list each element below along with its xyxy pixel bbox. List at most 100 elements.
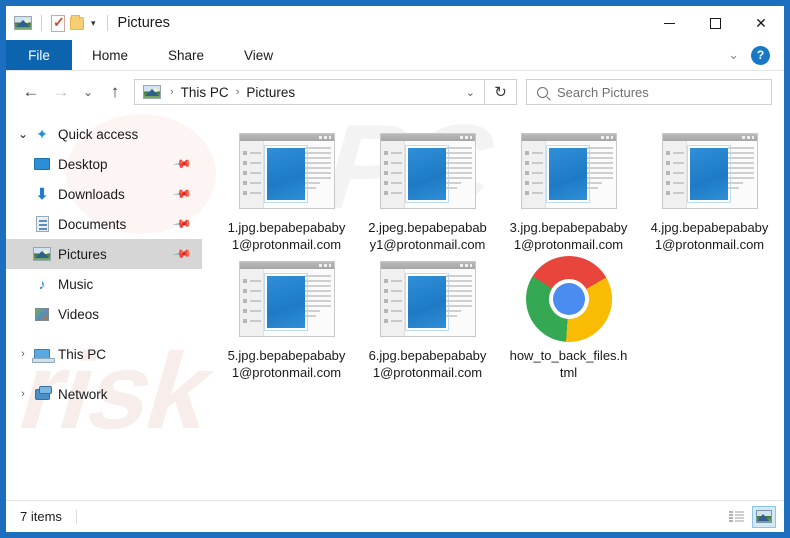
window-controls: ✕ <box>646 6 784 40</box>
tab-home[interactable]: Home <box>72 40 148 70</box>
image-thumbnail <box>379 131 477 211</box>
customize-caret-icon[interactable]: ▾ <box>89 18 98 29</box>
pin-icon[interactable]: 📌 <box>172 184 192 204</box>
large-icons-view-button[interactable] <box>752 505 776 528</box>
sidebar-item-music[interactable]: ♪ Music <box>6 269 202 299</box>
tab-view[interactable]: View <box>224 40 293 70</box>
window-client-area: PC risk ▾ Pictures ✕ File Home Sh <box>6 6 784 532</box>
title-bar: ▾ Pictures ✕ <box>6 6 784 40</box>
navigation-pane: ⌄ ✦ Quick access Desktop 📌 ⬇ Downloads 📌 <box>6 113 202 500</box>
file-name: 2.jpeg.bepabepababy1@protonmail.com <box>368 220 487 252</box>
file-explorer-window: PC risk ▾ Pictures ✕ File Home Sh <box>0 0 790 538</box>
sidebar-item-label: Pictures <box>58 246 107 262</box>
sidebar-item-downloads[interactable]: ⬇ Downloads 📌 <box>6 179 202 209</box>
address-pictures-icon <box>143 85 161 99</box>
file-name: 1.jpg.bepabepababy1@protonmail.com <box>227 220 346 252</box>
music-icon: ♪ <box>38 276 46 292</box>
details-view-button[interactable] <box>724 506 748 528</box>
sidebar-item-label: Documents <box>58 216 127 232</box>
this-pc-icon <box>32 348 55 363</box>
sidebar-item-label: Desktop <box>58 156 108 172</box>
file-item[interactable]: 2.jpeg.bepabepababy1@protonmail.com <box>357 131 498 253</box>
image-thumbnail <box>238 131 336 211</box>
chevron-right-icon[interactable]: › <box>14 388 32 400</box>
tab-share[interactable]: Share <box>148 40 224 70</box>
file-item[interactable]: 1.jpg.bepabepababy1@protonmail.com <box>216 131 357 253</box>
minimize-button[interactable] <box>646 6 692 40</box>
file-item[interactable]: 4.jpg.bepabepababy1@protonmail.com <box>639 131 780 253</box>
breadcrumb-pictures[interactable]: Pictures <box>246 85 295 100</box>
breadcrumb-separator-2: › <box>235 86 240 98</box>
sidebar-item-label: Network <box>58 386 108 402</box>
pin-icon[interactable]: 📌 <box>172 214 192 234</box>
quick-access-toolbar: ▾ <box>6 14 112 32</box>
file-name: how_to_back_files.html <box>509 348 628 380</box>
chevron-down-icon[interactable]: ⌄ <box>728 47 739 63</box>
pictures-icon <box>32 247 52 261</box>
file-item[interactable]: 3.jpg.bepabepababy1@protonmail.com <box>498 131 639 253</box>
refresh-button[interactable]: ↻ <box>485 79 517 105</box>
explorer-body: ⌄ ✦ Quick access Desktop 📌 ⬇ Downloads 📌 <box>6 113 784 500</box>
file-name: 5.jpg.bepabepababy1@protonmail.com <box>227 348 346 380</box>
chrome-icon <box>520 256 618 342</box>
sidebar-item-label: This PC <box>58 346 107 362</box>
close-button[interactable]: ✕ <box>738 6 784 40</box>
search-icon <box>537 86 548 98</box>
recent-locations-button[interactable]: ⌄ <box>76 77 100 107</box>
file-name: 4.jpg.bepabepababy1@protonmail.com <box>650 220 769 252</box>
file-item[interactable]: how_to_back_files.html <box>498 256 639 381</box>
file-name: 6.jpg.bepabepababy1@protonmail.com <box>368 348 487 380</box>
image-thumbnail <box>238 259 336 339</box>
properties-icon[interactable] <box>51 14 65 32</box>
address-dropdown-icon[interactable]: ⌄ <box>457 86 484 99</box>
breadcrumb-this-pc[interactable]: This PC <box>181 85 229 100</box>
status-bar: 7 items <box>6 500 784 532</box>
sidebar-item-network[interactable]: › Network <box>6 379 202 409</box>
file-item[interactable]: 6.jpg.bepabepababy1@protonmail.com <box>357 259 498 381</box>
file-list-pane[interactable]: 1.jpg.bepabepababy1@protonmail.com 2.jpe… <box>202 113 784 500</box>
documents-icon <box>32 216 52 232</box>
downloads-icon: ⬇ <box>35 186 49 203</box>
pin-icon[interactable]: 📌 <box>172 244 192 264</box>
sidebar-item-documents[interactable]: Documents 📌 <box>6 209 202 239</box>
file-name: 3.jpg.bepabepababy1@protonmail.com <box>509 220 628 252</box>
sidebar-item-this-pc[interactable]: › This PC <box>6 339 202 369</box>
address-bar[interactable]: › This PC › Pictures ⌄ <box>134 79 485 105</box>
item-count: 7 items <box>20 509 62 524</box>
tab-file[interactable]: File <box>6 40 72 70</box>
sidebar-item-desktop[interactable]: Desktop 📌 <box>6 149 202 179</box>
star-icon: ✦ <box>36 125 48 142</box>
chevron-down-icon[interactable]: ⌄ <box>14 127 32 141</box>
pictures-folder-icon[interactable] <box>14 16 32 30</box>
sidebar-item-label: Music <box>58 276 94 292</box>
search-input[interactable]: Search Pictures <box>526 79 772 105</box>
address-bar-row: ← → ⌄ ↑ › This PC › Pictures ⌄ ↻ Search … <box>6 71 784 113</box>
chevron-right-icon[interactable]: › <box>14 348 32 360</box>
sidebar-item-label: Quick access <box>58 126 139 142</box>
qat-divider-2 <box>106 15 108 31</box>
status-divider <box>75 509 77 524</box>
ribbon-tab-bar: File Home Share View ⌄ ? <box>6 40 784 71</box>
window-title: Pictures <box>117 15 170 31</box>
view-toggle-group <box>724 505 776 528</box>
breadcrumb-separator-1: › <box>170 86 174 98</box>
file-grid: 1.jpg.bepabepababy1@protonmail.com 2.jpe… <box>202 113 784 387</box>
new-folder-icon[interactable] <box>70 14 84 30</box>
sidebar-item-videos[interactable]: Videos <box>6 299 202 329</box>
sidebar-item-label: Videos <box>58 306 100 322</box>
sidebar-item-label: Downloads <box>58 186 125 202</box>
up-button[interactable]: ↑ <box>100 77 130 107</box>
maximize-button[interactable] <box>692 6 738 40</box>
qat-divider-1 <box>41 15 42 31</box>
pin-icon[interactable]: 📌 <box>172 154 192 174</box>
back-button[interactable]: ← <box>16 77 46 107</box>
image-thumbnail <box>661 131 759 211</box>
network-icon <box>32 385 52 400</box>
sidebar-item-pictures[interactable]: Pictures 📌 <box>6 239 202 269</box>
forward-button[interactable]: → <box>46 77 76 107</box>
image-thumbnail <box>379 259 477 339</box>
sidebar-item-quick-access[interactable]: ⌄ ✦ Quick access <box>6 119 202 149</box>
image-thumbnail <box>520 131 618 211</box>
help-icon[interactable]: ? <box>751 45 770 65</box>
file-item[interactable]: 5.jpg.bepabepababy1@protonmail.com <box>216 259 357 381</box>
